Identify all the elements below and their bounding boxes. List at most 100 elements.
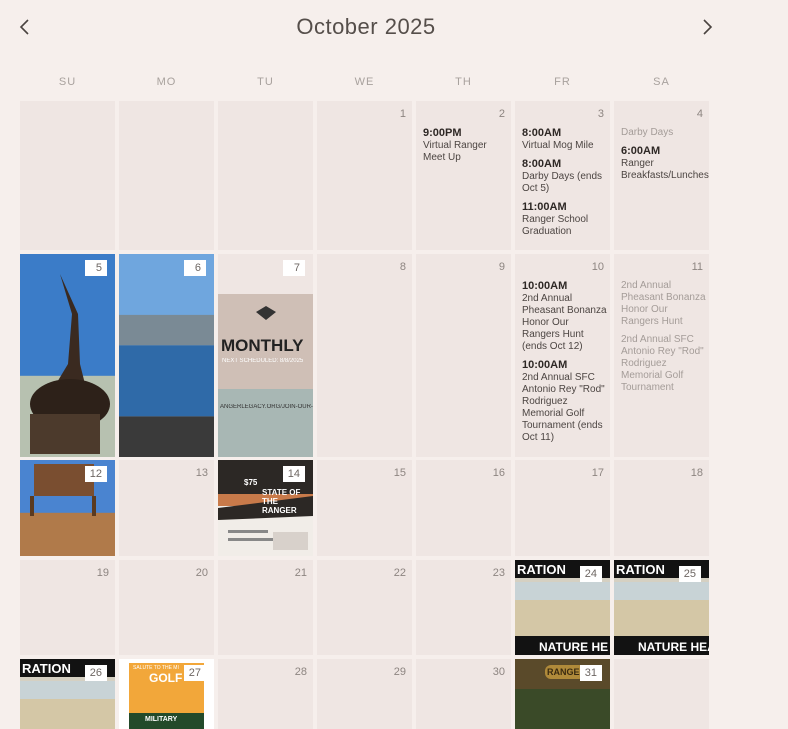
image-text-top: RATION [616, 562, 665, 577]
weekday-mo: MO [156, 76, 177, 88]
day-number: 7 [283, 260, 305, 276]
calendar-header: October 2025 [0, 0, 788, 60]
day-cell-11[interactable]: 11 2nd Annual Pheasant Bonanza Honor Our … [614, 254, 709, 457]
event-item[interactable]: 10:00AM 2nd Annual SFC Antonio Rey "Rod" … [522, 359, 608, 444]
empty-day-cell [119, 101, 214, 250]
day-number: 28 [294, 666, 307, 678]
day-cell-21[interactable]: 21 [218, 560, 313, 655]
day-cell-25[interactable]: RATION NATURE HEA 25 [614, 560, 709, 655]
day-number: 21 [294, 567, 307, 579]
event-item[interactable]: 6:00AM Ranger Breakfasts/Lunches [621, 145, 709, 182]
weekday-fr: FR [554, 76, 571, 88]
day-cell-18[interactable]: 18 [614, 460, 709, 556]
day-cell-15[interactable]: 15 [317, 460, 412, 556]
event-name: Darby Days [621, 127, 674, 138]
day-cell-3[interactable]: 3 8:00AM Virtual Mog Mile 8:00AM Darby Days … [515, 101, 610, 250]
day-cell-19[interactable]: 19 [20, 560, 115, 655]
day-cell-17[interactable]: 17 [515, 460, 610, 556]
event-item[interactable]: 2nd Annual SFC Antonio Rey "Rod" Rodrigu… [621, 334, 707, 394]
day-number: 31 [579, 665, 602, 681]
event-item[interactable]: 8:00AM Virtual Mog Mile [522, 127, 608, 152]
day-cell-12[interactable]: 12 [20, 460, 115, 556]
day-cell-1[interactable]: 1 [317, 101, 412, 250]
day-cell-8[interactable]: 8 [317, 254, 412, 457]
next-month-button[interactable] [692, 12, 722, 42]
event-name: 2nd Annual Pheasant Bonanza Honor Our Ra… [621, 280, 706, 327]
event-time: 6:00AM [621, 145, 661, 157]
day-number: 1 [399, 108, 406, 120]
day-cell-28[interactable]: 28 [218, 659, 313, 729]
day-cell-23[interactable]: 23 [416, 560, 511, 655]
event-image[interactable] [20, 254, 115, 457]
event-item[interactable]: 11:00AM Ranger School Graduation [522, 201, 608, 238]
day-cell-4[interactable]: 4 Darby Days 6:00AM Ranger Breakfasts/Lunch… [614, 101, 709, 250]
day-number: 25 [678, 566, 701, 582]
day-cell-27[interactable]: SALUTE TO THE MI GOLF MILITARY 27 [119, 659, 214, 729]
day-number: 3 [597, 108, 604, 120]
image-text-bottom: NATURE HEA [638, 640, 709, 654]
image-text-price: $75 [244, 478, 258, 487]
event-list: Darby Days 6:00AM Ranger Breakfasts/Lunche… [621, 127, 709, 188]
event-time: 8:00AM [522, 127, 562, 139]
day-number: 22 [393, 567, 406, 579]
day-cell-20[interactable]: 20 [119, 560, 214, 655]
day-number: 4 [696, 108, 703, 120]
day-cell-9[interactable]: 9 [416, 254, 511, 457]
event-item[interactable]: 8:00AM Darby Days (ends Oct 5) [522, 158, 608, 195]
day-cell-31[interactable]: RANGER 31 [515, 659, 610, 729]
event-image[interactable] [119, 254, 214, 457]
event-name: Darby Days (ends Oct 5) [522, 171, 603, 194]
event-name: 2nd Annual Pheasant Bonanza Honor Our Ra… [522, 293, 607, 352]
day-number: 8 [399, 261, 406, 273]
day-cell-16[interactable]: 16 [416, 460, 511, 556]
image-text-bottom: NATURE HE [539, 640, 609, 654]
image-text-sub: NEXT SCHEDULED: 8/8/2025 [222, 358, 304, 364]
day-number: 6 [184, 260, 206, 276]
image-text-headline: MONTHLY [221, 336, 304, 355]
weekday-header: SU MO TU WE TH FR SA [20, 76, 720, 90]
day-cell-6[interactable]: 6 [119, 254, 214, 457]
event-item[interactable]: Darby Days [621, 127, 707, 139]
event-time: 10:00AM [522, 280, 568, 292]
weekday-th: TH [455, 76, 472, 88]
day-cell-14[interactable]: $75 STATE OF THE RANGER 14 [218, 460, 313, 556]
event-name: Ranger Breakfasts/Lunches [621, 158, 709, 181]
day-cell-29[interactable]: 29 [317, 659, 412, 729]
event-item[interactable]: 2nd Annual Pheasant Bonanza Honor Our Ra… [621, 280, 707, 328]
day-cell-24[interactable]: RATION NATURE HE 24 [515, 560, 610, 655]
weekday-su: SU [58, 76, 77, 88]
event-item[interactable]: 10:00AM 2nd Annual Pheasant Bonanza Honor… [522, 280, 608, 353]
empty-day-cell [218, 101, 313, 250]
image-text-headline: GOLF [149, 671, 183, 685]
event-time: 9:00PM [423, 127, 462, 139]
day-number: 20 [195, 567, 208, 579]
day-number: 27 [183, 665, 206, 681]
day-cell-2[interactable]: 2 9:00PM Virtual Ranger Meet Up [416, 101, 511, 250]
day-cell-26[interactable]: RATION 26 [20, 659, 115, 729]
day-number: 18 [690, 467, 703, 479]
day-number: 17 [591, 467, 604, 479]
event-name: Virtual Ranger Meet Up [423, 140, 487, 163]
empty-day-cell [20, 101, 115, 250]
event-list: 9:00PM Virtual Ranger Meet Up [423, 127, 509, 170]
event-time: 11:00AM [522, 201, 567, 213]
image-text-top: RATION [22, 661, 71, 676]
day-cell-22[interactable]: 22 [317, 560, 412, 655]
day-number: 10 [591, 261, 604, 273]
event-name: Ranger School Graduation [522, 214, 589, 237]
image-text-top: RATION [517, 562, 566, 577]
day-cell-30[interactable]: 30 [416, 659, 511, 729]
event-name: 2nd Annual SFC Antonio Rey "Rod" Rodrigu… [522, 372, 605, 443]
day-cell-7[interactable]: MONTHLY NEXT SCHEDULED: 8/8/2025 ANGERLEGA… [218, 254, 313, 457]
day-cell-10[interactable]: 10 10:00AM 2nd Annual Pheasant Bonanza Hon… [515, 254, 610, 457]
day-number: 13 [195, 467, 208, 479]
day-cell-13[interactable]: 13 [119, 460, 214, 556]
event-list: 8:00AM Virtual Mog Mile 8:00AM Darby Days (… [522, 127, 608, 244]
day-number: 30 [492, 666, 505, 678]
day-cell-5[interactable]: 5 [20, 254, 115, 457]
day-number: 26 [84, 665, 107, 681]
event-list: 2nd Annual Pheasant Bonanza Honor Our Ra… [621, 280, 707, 400]
weekday-sa: SA [653, 76, 670, 88]
event-item[interactable]: 9:00PM Virtual Ranger Meet Up [423, 127, 509, 164]
day-number: 24 [579, 566, 602, 582]
